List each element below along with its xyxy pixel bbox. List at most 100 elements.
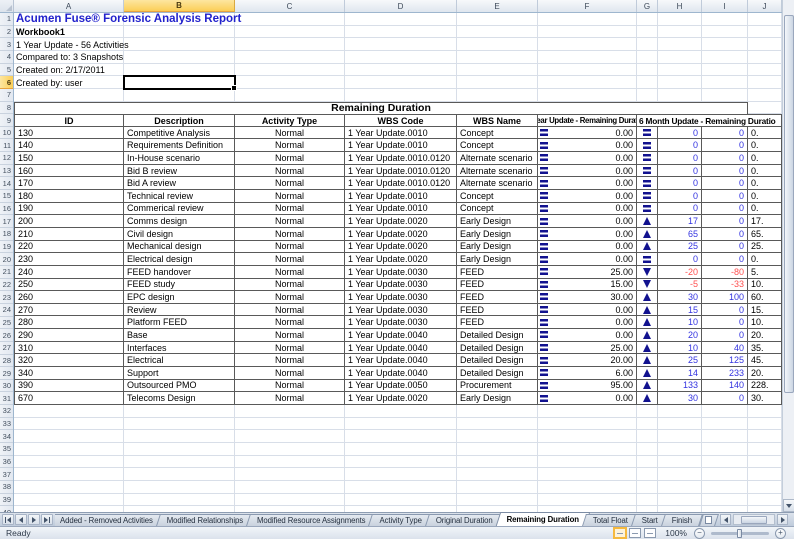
cell-six-month-value[interactable]: 0. [748, 177, 782, 190]
cell-wbs-code[interactable]: 1 Year Update.0040 [345, 367, 457, 380]
cell-delta[interactable]: 0 [658, 203, 702, 216]
cell-wbs-name[interactable]: Alternate scenario [457, 177, 538, 190]
row-header-18[interactable]: 18 [0, 228, 13, 241]
cell-delta[interactable]: 10 [658, 342, 702, 355]
cell-wbs-name[interactable]: FEED [457, 304, 538, 317]
cell-year-update[interactable]: 0.00 [538, 392, 637, 405]
cell-description[interactable]: Civil design [124, 228, 235, 241]
cell-year-update[interactable]: 6.00 [538, 367, 637, 380]
cell-wbs-name[interactable]: Concept [457, 203, 538, 216]
row-header-19[interactable]: 19 [0, 241, 13, 254]
row-header-39[interactable]: 39 [0, 494, 13, 507]
scroll-down-button[interactable] [783, 499, 794, 512]
column-header-G[interactable]: G [637, 0, 658, 12]
cell-description[interactable]: Bid A review [124, 177, 235, 190]
row-header-20[interactable]: 20 [0, 253, 13, 266]
row-header-34[interactable]: 34 [0, 430, 13, 443]
cell-six-month-value[interactable]: 0. [748, 203, 782, 216]
cell-six-month-trend[interactable] [637, 139, 658, 152]
cell-description[interactable]: Base [124, 329, 235, 342]
cell-activity-type[interactable]: Normal [235, 392, 345, 405]
cell-id[interactable]: 200 [14, 215, 124, 228]
cell-year-update[interactable]: 0.00 [538, 253, 637, 266]
cell-six-month-value[interactable]: 30. [748, 392, 782, 405]
cell-year-update[interactable]: 0.00 [538, 228, 637, 241]
page-break-preview-button[interactable] [644, 528, 656, 538]
cell-id[interactable]: 150 [14, 152, 124, 165]
row-header-31[interactable]: 31 [0, 393, 13, 406]
sheet-tab-finish[interactable]: Finish [663, 514, 701, 526]
cell-id[interactable]: 320 [14, 354, 124, 367]
cell-six-month-trend[interactable] [637, 316, 658, 329]
cell-activity-type[interactable]: Normal [235, 152, 345, 165]
cell-six-month-value[interactable]: 15. [748, 304, 782, 317]
cell-delta[interactable]: 0 [658, 127, 702, 140]
row-header-22[interactable]: 22 [0, 279, 13, 292]
cell-six-month-trend[interactable] [637, 342, 658, 355]
cell-wbs-name[interactable]: Alternate scenario [457, 165, 538, 178]
cell-wbs-code[interactable]: 1 Year Update.0010.0120 [345, 152, 457, 165]
cell-activity-type[interactable]: Normal [235, 342, 345, 355]
cell-wbs-name[interactable]: Alternate scenario [457, 152, 538, 165]
cell-wbs-code[interactable]: 1 Year Update.0010 [345, 127, 457, 140]
cell-wbs-code[interactable]: 1 Year Update.0010.0120 [345, 177, 457, 190]
cell-six-month-trend[interactable] [637, 266, 658, 279]
row-header-8[interactable]: 8 [0, 102, 13, 115]
row-header-5[interactable]: 5 [0, 64, 13, 77]
header-wbs-name[interactable]: WBS Name [457, 114, 538, 127]
cell-delta-pct[interactable]: 0 [702, 228, 748, 241]
cell-id[interactable]: 310 [14, 342, 124, 355]
cell-id[interactable]: 130 [14, 127, 124, 140]
cell-year-update[interactable]: 0.00 [538, 329, 637, 342]
cell-year-update[interactable]: 30.00 [538, 291, 637, 304]
zoom-in-button[interactable]: + [775, 528, 786, 539]
row-header-21[interactable]: 21 [0, 266, 13, 279]
cell-six-month-value[interactable]: 0. [748, 152, 782, 165]
cell-wbs-name[interactable]: Concept [457, 190, 538, 203]
cell-delta[interactable]: 17 [658, 215, 702, 228]
cell-wbs-code[interactable]: 1 Year Update.0030 [345, 266, 457, 279]
zoom-out-button[interactable]: − [694, 528, 705, 539]
cell-activity-type[interactable]: Normal [235, 253, 345, 266]
cell-delta-pct[interactable]: 0 [702, 190, 748, 203]
row-header-7[interactable]: 7 [0, 89, 13, 102]
horizontal-scrollbar-thumb[interactable] [741, 516, 767, 524]
column-header-I[interactable]: I [702, 0, 748, 12]
zoom-level-label[interactable]: 100% [665, 528, 687, 538]
cell-description[interactable]: Comms design [124, 215, 235, 228]
cell-id[interactable]: 180 [14, 190, 124, 203]
cell-six-month-value[interactable]: 25. [748, 241, 782, 254]
column-header-E[interactable]: E [457, 0, 538, 12]
cell-id[interactable]: 170 [14, 177, 124, 190]
cell-delta[interactable]: 30 [658, 392, 702, 405]
cell-delta-pct[interactable]: 0 [702, 165, 748, 178]
cell-year-update[interactable]: 0.00 [538, 177, 637, 190]
first-sheet-button[interactable] [2, 514, 14, 525]
selected-cell-B6[interactable] [123, 75, 236, 90]
cell-delta-pct[interactable]: -80 [702, 266, 748, 279]
cell-description[interactable]: Electrical [124, 354, 235, 367]
cell-delta[interactable]: 30 [658, 291, 702, 304]
cell-delta-pct[interactable]: 100 [702, 291, 748, 304]
cell-year-update[interactable]: 25.00 [538, 266, 637, 279]
cell-wbs-code[interactable]: 1 Year Update.0050 [345, 380, 457, 393]
cell-wbs-code[interactable]: 1 Year Update.0020 [345, 392, 457, 405]
cell-wbs-name[interactable]: Early Design [457, 241, 538, 254]
cell-wbs-code[interactable]: 1 Year Update.0020 [345, 215, 457, 228]
cell-id[interactable]: 140 [14, 139, 124, 152]
report-info-row-2[interactable]: Workbook1 [16, 26, 65, 39]
row-header-6[interactable]: 6 [0, 76, 13, 89]
header-six-month-update[interactable]: 6 Month Update - Remaining Duratio [637, 114, 782, 127]
cell-description[interactable]: Commerical review [124, 203, 235, 216]
sheet-grid[interactable]: Acumen Fuse® Forensic Analysis ReportWor… [14, 13, 782, 512]
cell-wbs-code[interactable]: 1 Year Update.0010 [345, 190, 457, 203]
cell-id[interactable]: 160 [14, 165, 124, 178]
cell-delta-pct[interactable]: 0 [702, 177, 748, 190]
cell-id[interactable]: 220 [14, 241, 124, 254]
row-header-38[interactable]: 38 [0, 481, 13, 494]
cell-activity-type[interactable]: Normal [235, 203, 345, 216]
cell-delta-pct[interactable]: 0 [702, 392, 748, 405]
cell-activity-type[interactable]: Normal [235, 304, 345, 317]
cell-wbs-name[interactable]: Early Design [457, 228, 538, 241]
cell-six-month-trend[interactable] [637, 152, 658, 165]
